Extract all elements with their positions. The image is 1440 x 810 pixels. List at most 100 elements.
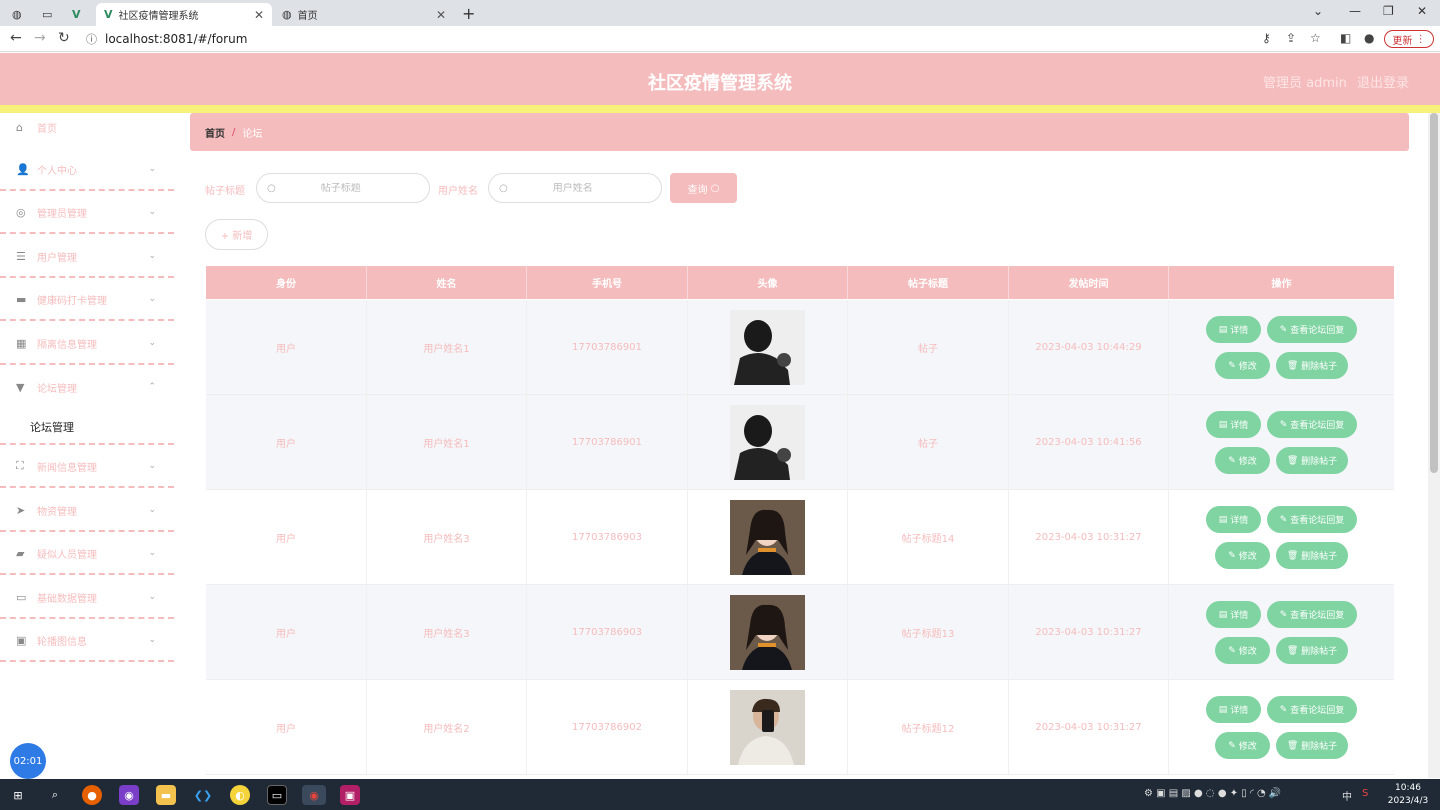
breadcrumb-home[interactable]: 首页 <box>205 125 225 140</box>
sidebar-item-isolation[interactable]: ▦ 隔离信息管理 ⌄ <box>0 323 174 365</box>
user-search-input[interactable] <box>507 182 638 194</box>
view-replies-button[interactable]: ✎ 查看论坛回复 <box>1267 316 1357 343</box>
detail-label: 详情 <box>1230 706 1249 716</box>
sidebar-item-users[interactable]: ☰ 用户管理 ⌄ <box>0 236 174 278</box>
reload-icon[interactable]: ↻ <box>58 30 70 46</box>
tray-icons[interactable]: ⚙ ▣ ▤ ▨ ● ◌ ● ✦ ▯ ◜ ◔ 🔊 <box>1144 788 1281 799</box>
delete-button[interactable]: 🗑 删除帖子 <box>1276 637 1348 664</box>
chevron-down-icon[interactable]: ⌄ <box>1313 4 1323 18</box>
delete-button[interactable]: 🗑 删除帖子 <box>1276 542 1348 569</box>
cell-role: 用户 <box>206 680 367 775</box>
edit-button[interactable]: ✎ 修改 <box>1215 732 1270 759</box>
view-replies-button[interactable]: ✎ 查看论坛回复 <box>1267 696 1357 723</box>
app-icon[interactable]: ◉ <box>119 785 139 805</box>
minimize-icon[interactable]: — <box>1349 4 1361 18</box>
query-button[interactable]: 查询 ○ <box>670 173 737 203</box>
vscode-icon[interactable]: ❮❯ <box>193 785 213 805</box>
detail-button[interactable]: ▤ 详情 <box>1206 411 1261 438</box>
profile-icon[interactable]: ● <box>1364 31 1374 45</box>
jetbrains-icon[interactable]: ▣ <box>340 785 360 805</box>
sidebar-item-suspects[interactable]: ▰ 疑似人员管理 ⌄ <box>0 533 174 575</box>
browser-tab-0[interactable]: ◍ <box>4 3 34 26</box>
admin-icon: ◎ <box>16 205 26 219</box>
view-replies-button[interactable]: ✎ 查看论坛回复 <box>1267 411 1357 438</box>
cell-title: 帖子标题14 <box>848 490 1009 585</box>
new-tab-icon[interactable]: + <box>462 4 475 23</box>
sidebar-item-home[interactable]: ⌂ 首页 <box>0 113 174 141</box>
edit-button[interactable]: ✎ 修改 <box>1215 542 1270 569</box>
chrome-icon[interactable]: ◉ <box>302 785 326 805</box>
browser-tab-active[interactable]: V 社区疫情管理系统 ✕ <box>96 3 272 26</box>
sidebar-item-basedata[interactable]: ▭ 基础数据管理 ⌄ <box>0 577 174 619</box>
delete-label: 删除帖子 <box>1301 647 1338 657</box>
sidebar-item-healthcode[interactable]: ▬ 健康码打卡管理 ⌄ <box>0 279 174 321</box>
browser-tab-1[interactable]: ▭ <box>34 3 64 26</box>
sidebar-subitem-forum[interactable]: 论坛管理 <box>30 419 74 435</box>
edit-button[interactable]: ✎ 修改 <box>1215 352 1270 379</box>
update-button[interactable]: 更新 ⋮ <box>1384 30 1434 48</box>
user-filter-field[interactable]: ○ <box>488 173 662 203</box>
app-icon[interactable]: ◐ <box>230 785 250 805</box>
chevron-down-icon: ⌄ <box>148 635 156 645</box>
close-icon[interactable]: ✕ <box>436 8 446 22</box>
firefox-icon[interactable]: ● <box>82 785 102 805</box>
edit-button[interactable]: ✎ 修改 <box>1215 637 1270 664</box>
url-field[interactable]: ⓘ localhost:8081/#/forum <box>86 30 247 48</box>
delete-button[interactable]: 🗑 删除帖子 <box>1276 732 1348 759</box>
sidebar-item-label: 首页 <box>37 123 57 135</box>
column-header-role: 身份 <box>206 266 367 299</box>
search-icon[interactable]: ⌕ <box>45 785 65 805</box>
key-icon[interactable]: ⚷ <box>1262 31 1271 45</box>
view-replies-button[interactable]: ✎ 查看论坛回复 <box>1267 601 1357 628</box>
scrollbar-thumb[interactable] <box>1430 113 1438 473</box>
monitor-icon: ▭ <box>16 590 27 604</box>
file-explorer-icon[interactable]: ▬ <box>156 785 176 805</box>
header-accent-strip <box>0 105 1440 113</box>
cell-title: 帖子标题13 <box>848 585 1009 680</box>
add-button[interactable]: + 新增 <box>205 219 268 250</box>
timer-badge[interactable]: 02:01 <box>10 743 46 779</box>
delete-button[interactable]: 🗑 删除帖子 <box>1276 352 1348 379</box>
table-row: 用户 用户姓名1 17703786901 帖子 2023-04-03 10:44… <box>206 300 1394 395</box>
back-icon[interactable]: ← <box>10 30 22 46</box>
ime-indicator[interactable]: 中 <box>1342 788 1352 803</box>
address-bar: ← → ↻ ⓘ localhost:8081/#/forum ⚷ ⇪ ☆ ◧ ● <box>0 26 1440 52</box>
windows-start-icon[interactable]: ⊞ <box>8 785 28 805</box>
forward-icon[interactable]: → <box>34 30 46 46</box>
share-icon[interactable]: ⇪ <box>1286 31 1296 45</box>
clock-date: 2023/4/3 <box>1387 796 1429 806</box>
restore-icon[interactable]: ❐ <box>1383 4 1394 18</box>
title-search-input[interactable] <box>275 182 406 194</box>
view-replies-button[interactable]: ✎ 查看论坛回复 <box>1267 506 1357 533</box>
sidebar-item-news[interactable]: ⛶ 新闻信息管理 ⌄ <box>0 446 174 488</box>
clock[interactable]: 10:46 2023/4/3 <box>1380 782 1436 808</box>
star-icon[interactable]: ☆ <box>1310 31 1321 45</box>
edit-icon: ✎ <box>1279 419 1288 430</box>
terminal-icon[interactable]: ▭ <box>267 785 287 805</box>
sidebar-item-carousel[interactable]: ▣ 轮播图信息 ⌄ <box>0 620 174 662</box>
browser-tab-home[interactable]: ◍ 首页 ✕ <box>274 3 454 26</box>
close-window-icon[interactable]: ✕ <box>1417 4 1427 18</box>
detail-button[interactable]: ▤ 详情 <box>1206 316 1261 343</box>
logout-button[interactable]: 退出登录 <box>1357 72 1409 91</box>
detail-button[interactable]: ▤ 详情 <box>1206 506 1261 533</box>
sidebar-item-forum[interactable]: ▼ 论坛管理 ⌃ <box>0 366 174 408</box>
sidepanel-icon[interactable]: ◧ <box>1340 31 1351 45</box>
title-filter-field[interactable]: ○ <box>256 173 430 203</box>
sidebar-item-admins[interactable]: ◎ 管理员管理 ⌄ <box>0 192 174 234</box>
page-scrollbar[interactable] <box>1428 113 1440 778</box>
column-header-phone: 手机号 <box>527 266 688 299</box>
browser-tab-2[interactable]: V <box>64 3 94 26</box>
info-icon: ⓘ <box>86 33 97 46</box>
delete-button[interactable]: 🗑 删除帖子 <box>1276 447 1348 474</box>
close-icon[interactable]: ✕ <box>254 8 264 22</box>
sidebar-item-profile[interactable]: 👤 个人中心 ⌄ <box>0 149 174 191</box>
edit-icon: ✎ <box>1279 609 1288 620</box>
tray-app-icon[interactable]: S <box>1362 788 1368 799</box>
detail-button[interactable]: ▤ 详情 <box>1206 601 1261 628</box>
detail-button[interactable]: ▤ 详情 <box>1206 696 1261 723</box>
edit-button[interactable]: ✎ 修改 <box>1215 447 1270 474</box>
sidebar-item-label: 轮播图信息 <box>37 636 87 648</box>
sidebar-item-supplies[interactable]: ➤ 物资管理 ⌄ <box>0 490 174 532</box>
current-user: 管理员 admin <box>1263 76 1347 91</box>
